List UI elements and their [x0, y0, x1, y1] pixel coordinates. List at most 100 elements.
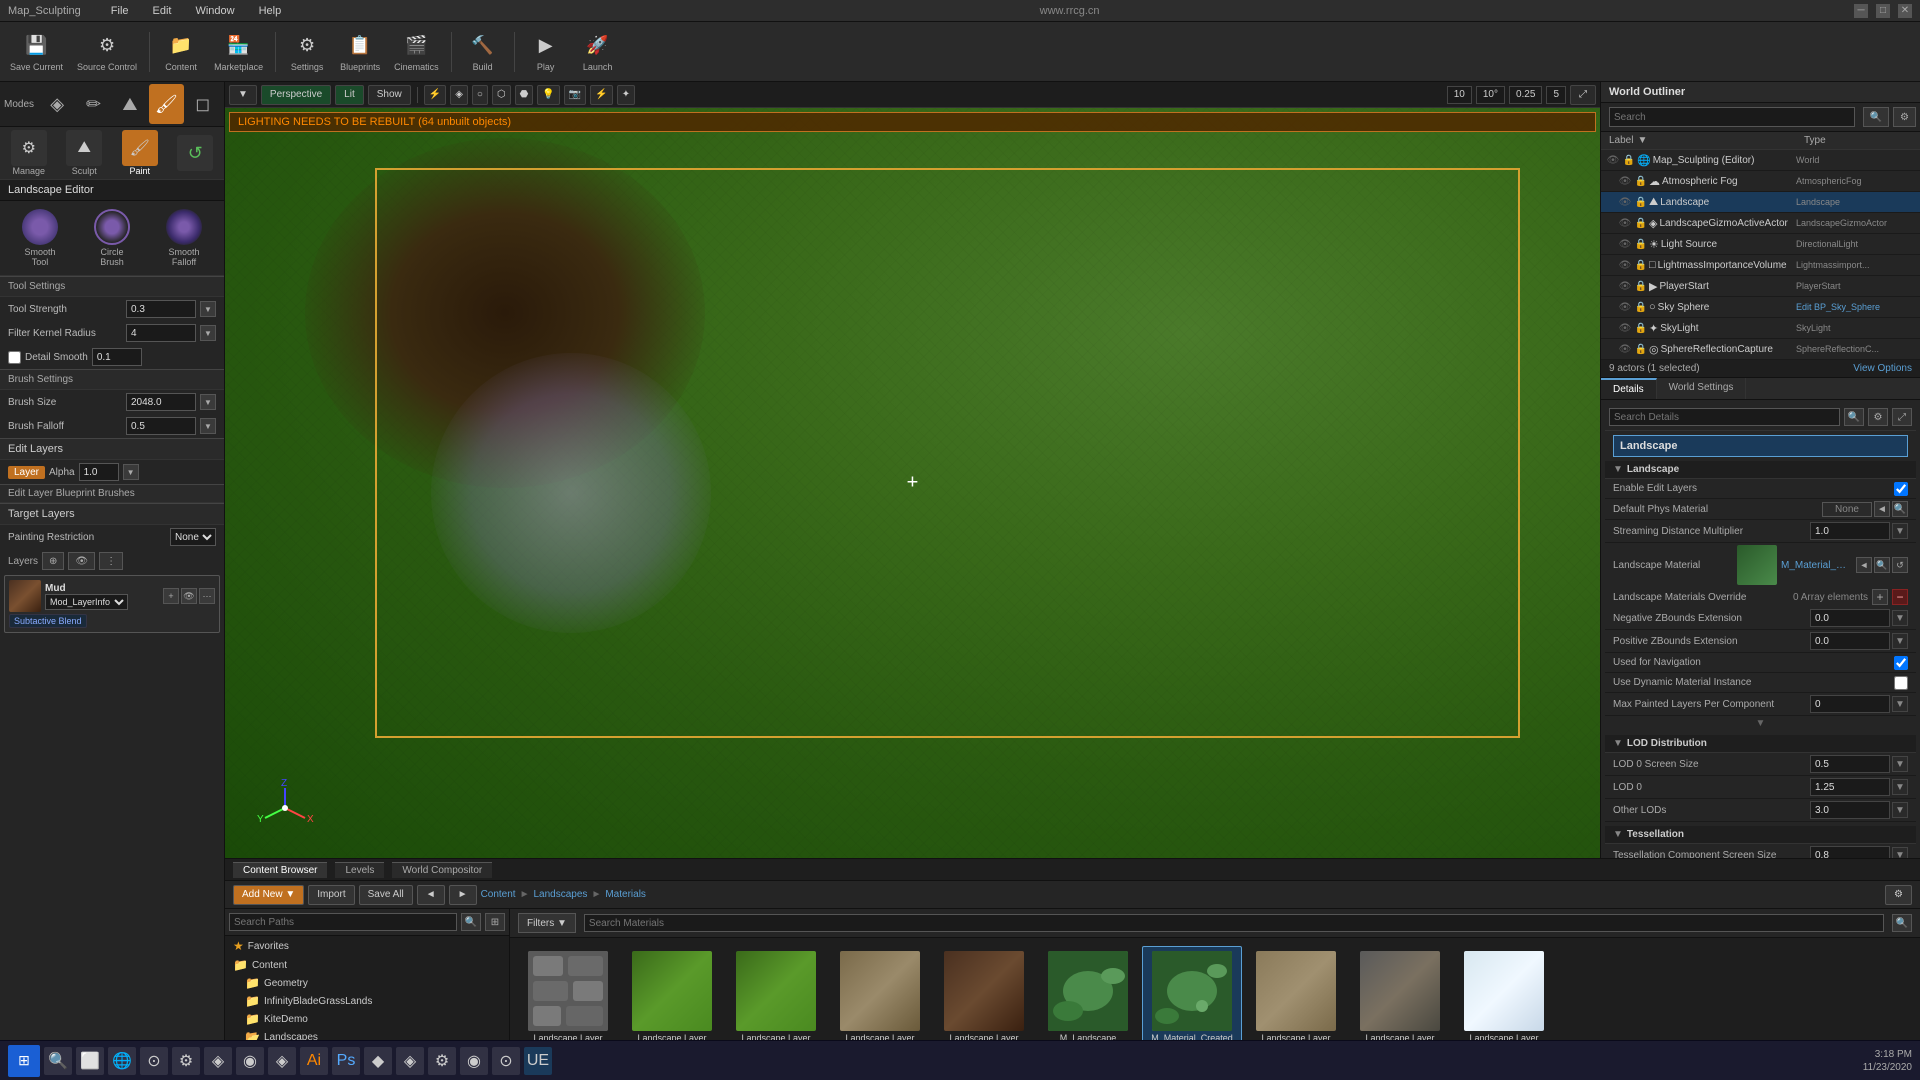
material-refresh-btn[interactable]: ↺: [1892, 557, 1908, 573]
vp-mode-8[interactable]: ⚡: [590, 85, 612, 105]
outliner-lock-gizmo[interactable]: 🔒: [1633, 215, 1649, 231]
navigation-checkbox[interactable]: [1894, 656, 1908, 670]
taskbar-misc4-icon[interactable]: ◆: [364, 1047, 392, 1075]
outliner-lock-lightmass[interactable]: 🔒: [1633, 257, 1649, 273]
taskbar-misc1-icon[interactable]: ◈: [204, 1047, 232, 1075]
outliner-lock-fog[interactable]: 🔒: [1633, 173, 1649, 189]
smooth-tool-btn[interactable]: SmoothTool: [22, 209, 58, 267]
taskbar-search-icon[interactable]: 🔍: [44, 1047, 72, 1075]
taskbar-misc3-icon[interactable]: ◈: [268, 1047, 296, 1075]
breadcrumb-landscapes[interactable]: Landscapes: [534, 889, 588, 900]
outliner-lock-sphere[interactable]: 🔒: [1633, 341, 1649, 357]
vp-mode-5[interactable]: ⬣: [515, 85, 534, 105]
outliner-eye-sphere[interactable]: 👁: [1617, 341, 1633, 357]
other-lods-spin[interactable]: ▼: [1892, 802, 1908, 818]
outliner-row-landscape[interactable]: 👁 🔒 ⛰ Landscape Landscape: [1601, 192, 1920, 213]
default-phys-left-btn[interactable]: ◄: [1874, 501, 1890, 517]
nav-forward-btn[interactable]: ►: [449, 885, 477, 905]
mode-paint-active-btn[interactable]: 🖌: [149, 84, 183, 124]
outliner-row-player[interactable]: 👁 🔒 ▶ PlayerStart PlayerStart: [1601, 276, 1920, 297]
lod-section-header[interactable]: ▼ LOD Distribution: [1605, 735, 1916, 753]
taskbar-misc2-icon[interactable]: ◉: [236, 1047, 264, 1075]
toolbar-save[interactable]: 💾 Save Current: [4, 28, 69, 76]
manage-btn[interactable]: ⚙ Manage: [11, 130, 47, 176]
detail-smooth-checkbox[interactable]: [8, 351, 21, 364]
viewport[interactable]: ▼ Perspective Lit Show ⚡ ◈ ○ ⬡ ⬣ 💡 📷 ⚡ ✦: [225, 82, 1600, 858]
mud-layer-options-btn[interactable]: ⋯: [199, 588, 215, 604]
levels-tab[interactable]: Levels: [335, 862, 384, 878]
outliner-lock-player[interactable]: 🔒: [1633, 278, 1649, 294]
vp-mode-6[interactable]: 💡: [537, 85, 559, 105]
toolbar-settings[interactable]: ⚙ Settings: [282, 28, 332, 76]
detail-smooth-input[interactable]: [92, 348, 142, 366]
pos-zbounds-input[interactable]: [1810, 632, 1890, 650]
material-label[interactable]: M_Material_Created: [1781, 560, 1852, 571]
details-tab[interactable]: Details: [1601, 378, 1657, 399]
content-sidebar-view-btn[interactable]: ⊞: [485, 913, 505, 931]
materials-override-add-btn[interactable]: +: [1872, 589, 1888, 605]
taskbar-misc8-icon[interactable]: ⊙: [492, 1047, 520, 1075]
mode-select-btn[interactable]: ◈: [40, 84, 74, 124]
outliner-lock-sky[interactable]: 🔒: [1633, 299, 1649, 315]
close-button[interactable]: ✕: [1898, 4, 1912, 18]
outliner-row-map[interactable]: 👁 🔒 🌐 Map_Sculpting (Editor) World: [1601, 150, 1920, 171]
taskbar-misc6-icon[interactable]: ⚙: [428, 1047, 456, 1075]
tree-geometry[interactable]: 📁 Geometry: [225, 974, 509, 992]
pos-zbounds-spin[interactable]: ▼: [1892, 633, 1908, 649]
taskbar-ue4-icon[interactable]: UE: [524, 1047, 552, 1075]
streaming-distance-input[interactable]: [1810, 522, 1890, 540]
lod0-spin[interactable]: ▼: [1892, 779, 1908, 795]
painting-restriction-select[interactable]: None: [170, 528, 216, 546]
menu-edit[interactable]: Edit: [149, 3, 176, 19]
mode-foliage-btn[interactable]: ◻: [186, 84, 220, 124]
vp-mode-7[interactable]: 📷: [564, 85, 586, 105]
content-settings-btn[interactable]: ⚙: [1885, 885, 1912, 905]
outliner-lock-landscape[interactable]: 🔒: [1633, 194, 1649, 210]
outliner-row-skylight[interactable]: 👁 🔒 ✦ SkyLight SkyLight: [1601, 318, 1920, 339]
taskbar-chrome-icon[interactable]: ⊙: [140, 1047, 168, 1075]
vp-dropdown-btn[interactable]: ▼: [229, 85, 257, 105]
mode-paint-btn[interactable]: ✏: [76, 84, 110, 124]
landscape-section-header[interactable]: ▼ Landscape: [1605, 461, 1916, 479]
details-name-input[interactable]: [1613, 435, 1908, 457]
taskbar-taskview-icon[interactable]: ⬜: [76, 1047, 104, 1075]
outliner-eye-map[interactable]: 👁: [1605, 152, 1621, 168]
outliner-eye-landscape[interactable]: 👁: [1617, 194, 1633, 210]
details-filter-btn[interactable]: ⚙: [1868, 408, 1888, 426]
toolbar-source-control[interactable]: ⚙ Source Control: [71, 28, 143, 76]
outliner-eye-skylight[interactable]: 👁: [1617, 320, 1633, 336]
details-expand-btn[interactable]: ⤢: [1892, 408, 1912, 426]
layer-add-btn[interactable]: ⊕: [42, 552, 64, 570]
nav-back-btn[interactable]: ◄: [417, 885, 445, 905]
toolbar-content[interactable]: 📁 Content: [156, 28, 206, 76]
outliner-eye-light[interactable]: 👁: [1617, 236, 1633, 252]
materials-override-del-btn[interactable]: −: [1892, 589, 1908, 605]
filter-search-btn[interactable]: 🔍: [1892, 914, 1912, 932]
sculpt-btn[interactable]: ⛰ Sculpt: [66, 130, 102, 176]
default-phys-search-btn[interactable]: 🔍: [1892, 501, 1908, 517]
filter-kernel-spin[interactable]: ▼: [200, 325, 216, 341]
outliner-settings-btn[interactable]: ⚙: [1893, 107, 1916, 127]
toolbar-launch[interactable]: 🚀 Launch: [573, 28, 623, 76]
vp-maximize-btn[interactable]: ⤢: [1570, 85, 1596, 105]
toolbar-marketplace[interactable]: 🏪 Marketplace: [208, 28, 269, 76]
filter-search-input[interactable]: [584, 914, 1884, 932]
start-button[interactable]: ⊞: [8, 1045, 40, 1077]
breadcrumb-content[interactable]: Content: [481, 889, 516, 900]
save-all-btn[interactable]: Save All: [359, 885, 413, 905]
layer-visibility-btn[interactable]: 👁: [68, 552, 95, 570]
lod0-screen-input[interactable]: [1810, 755, 1890, 773]
outliner-row-lightmass[interactable]: 👁 🔒 □ LightmassImportanceVolume Lightmas…: [1601, 255, 1920, 276]
alpha-spin[interactable]: ▼: [123, 464, 139, 480]
toolbar-build[interactable]: 🔨 Build: [458, 28, 508, 76]
taskbar-illustrator-icon[interactable]: Ai: [300, 1047, 328, 1075]
content-sidebar-search-btn[interactable]: 🔍: [461, 913, 481, 931]
neg-zbounds-spin[interactable]: ▼: [1892, 610, 1908, 626]
brush-falloff-spin[interactable]: ▼: [200, 418, 216, 434]
outliner-lock-light[interactable]: 🔒: [1633, 236, 1649, 252]
outliner-row-fog[interactable]: 👁 🔒 ☁ Atmospheric Fog AtmosphericFog: [1601, 171, 1920, 192]
toolbar-play[interactable]: ▶ Play: [521, 28, 571, 76]
add-new-btn[interactable]: Add New ▼: [233, 885, 304, 905]
view-options-link[interactable]: View Options: [1853, 363, 1912, 374]
taskbar-photoshop-icon[interactable]: Ps: [332, 1047, 360, 1075]
